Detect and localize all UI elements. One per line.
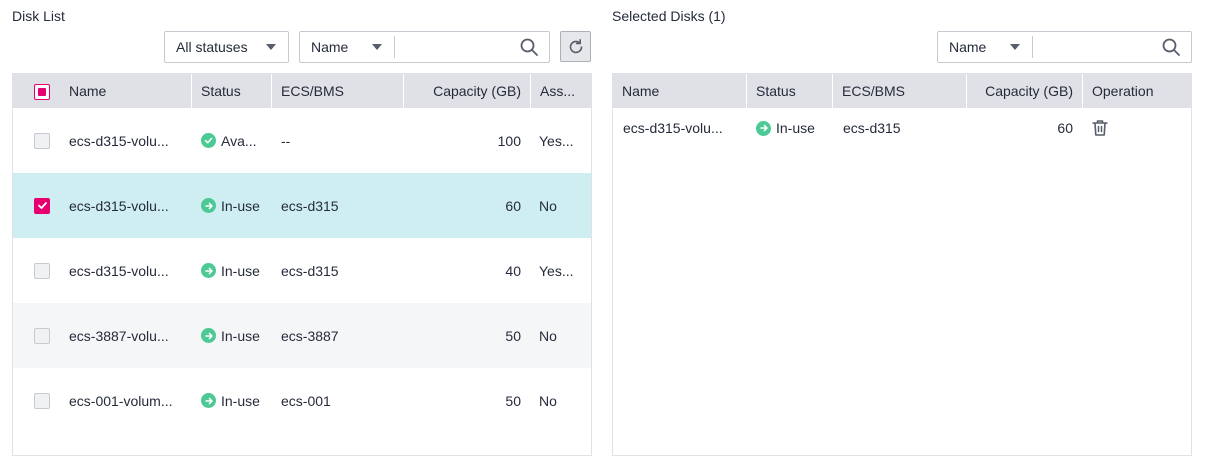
selected-search-field-value: Name bbox=[949, 39, 987, 55]
table-row[interactable]: ecs-001-volum... In-use ecs-001 50 No bbox=[13, 368, 591, 433]
disk-search-field-select[interactable]: Name bbox=[300, 32, 394, 62]
disk-search-input[interactable] bbox=[395, 32, 519, 62]
refresh-icon bbox=[569, 38, 582, 53]
table-row[interactable]: ecs-d315-volu... In-use ecs-d315 60 No bbox=[13, 173, 591, 238]
disk-ecs: -- bbox=[281, 132, 291, 149]
disk-status: In-use bbox=[221, 327, 260, 344]
disk-name: ecs-d315-volu... bbox=[69, 132, 169, 149]
disk-capacity: 60 bbox=[1057, 120, 1073, 136]
table-row: ecs-d315-volu... In-use ecs-d315 60 bbox=[613, 108, 1191, 148]
selected-disks-table: Name Status ECS/BMS Capacity (GB) Operat… bbox=[612, 73, 1192, 456]
selected-disks-header: Name Status ECS/BMS Capacity (GB) Operat… bbox=[613, 74, 1191, 108]
table-row[interactable]: ecs-3887-volu... In-use ecs-3887 50 No bbox=[13, 303, 591, 368]
arrow-right-circle-icon bbox=[756, 120, 771, 136]
disk-capacity: 100 bbox=[497, 132, 521, 149]
disk-status: In-use bbox=[221, 392, 260, 409]
col-status[interactable]: Status bbox=[191, 74, 271, 108]
disk-status: In-use bbox=[221, 262, 260, 279]
disk-capacity: 50 bbox=[505, 327, 521, 344]
disk-capacity: 50 bbox=[505, 392, 521, 409]
arrow-right-circle-icon bbox=[201, 198, 216, 213]
select-all-cell bbox=[13, 74, 58, 108]
disk-capacity: 60 bbox=[505, 197, 521, 214]
chevron-down-icon bbox=[266, 44, 276, 50]
disk-ecs: ecs-001 bbox=[281, 392, 331, 409]
disk-associated: Yes... bbox=[539, 132, 574, 149]
col-associated[interactable]: Ass... bbox=[530, 74, 591, 108]
col-ecs[interactable]: ECS/BMS bbox=[832, 74, 966, 108]
status-filter-value: All statuses bbox=[176, 39, 248, 55]
status-filter-select[interactable]: All statuses bbox=[164, 31, 289, 63]
disk-name: ecs-001-volum... bbox=[69, 392, 173, 409]
check-circle-icon bbox=[201, 133, 216, 148]
disk-list-title: Disk List bbox=[12, 8, 65, 24]
disk-name: ecs-d315-volu... bbox=[69, 197, 169, 214]
row-checkbox[interactable] bbox=[34, 132, 50, 149]
selected-search-field-select[interactable]: Name bbox=[938, 32, 1032, 62]
row-checkbox[interactable] bbox=[34, 327, 50, 344]
col-status[interactable]: Status bbox=[746, 74, 832, 108]
col-capacity[interactable]: Capacity (GB) bbox=[403, 74, 530, 108]
disk-ecs: ecs-3887 bbox=[281, 327, 339, 344]
chevron-down-icon bbox=[1010, 44, 1020, 50]
disk-status: In-use bbox=[776, 120, 815, 136]
selected-search-input[interactable] bbox=[1033, 32, 1161, 62]
selected-disks-title: Selected Disks (1) bbox=[612, 8, 726, 24]
col-capacity[interactable]: Capacity (GB) bbox=[966, 74, 1082, 108]
disk-list-header: Name Status ECS/BMS Capacity (GB) Ass... bbox=[13, 74, 591, 108]
disk-list-table: Name Status ECS/BMS Capacity (GB) Ass...… bbox=[12, 73, 592, 456]
selected-search-box: Name bbox=[937, 31, 1192, 63]
table-row[interactable]: ecs-d315-volu... Ava... -- 100 Yes... bbox=[13, 108, 591, 173]
col-operation: Operation bbox=[1082, 74, 1191, 108]
disk-capacity: 40 bbox=[505, 262, 521, 279]
chevron-down-icon bbox=[372, 44, 382, 50]
disk-status: Ava... bbox=[221, 132, 257, 149]
checkmark-icon bbox=[37, 202, 47, 209]
refresh-button[interactable] bbox=[560, 31, 591, 62]
disk-name: ecs-3887-volu... bbox=[69, 327, 169, 344]
arrow-right-circle-icon bbox=[201, 263, 216, 278]
disk-associated: Yes... bbox=[539, 262, 574, 279]
table-row[interactable]: ecs-d315-volu... In-use ecs-d315 40 Yes.… bbox=[13, 238, 591, 303]
col-name[interactable]: Name bbox=[60, 74, 191, 108]
disk-name: ecs-d315-volu... bbox=[623, 120, 723, 136]
disk-associated: No bbox=[539, 327, 557, 344]
row-checkbox[interactable] bbox=[34, 262, 50, 279]
disk-search-field-value: Name bbox=[311, 39, 349, 55]
disk-status: In-use bbox=[221, 197, 260, 214]
arrow-right-circle-icon bbox=[201, 393, 216, 408]
disk-associated: No bbox=[539, 197, 557, 214]
search-icon[interactable] bbox=[519, 37, 539, 57]
search-icon[interactable] bbox=[1161, 37, 1181, 57]
col-name[interactable]: Name bbox=[613, 74, 746, 108]
disk-ecs: ecs-d315 bbox=[281, 197, 339, 214]
disk-associated: No bbox=[539, 392, 557, 409]
disk-ecs: ecs-d315 bbox=[281, 262, 339, 279]
disk-name: ecs-d315-volu... bbox=[69, 262, 169, 279]
disk-search-box: Name bbox=[299, 31, 550, 63]
arrow-right-circle-icon bbox=[201, 328, 216, 343]
select-all-checkbox[interactable] bbox=[34, 84, 50, 100]
row-checkbox[interactable] bbox=[34, 197, 50, 214]
row-checkbox[interactable] bbox=[34, 392, 50, 409]
trash-icon[interactable] bbox=[1091, 119, 1109, 137]
disk-ecs: ecs-d315 bbox=[843, 120, 901, 136]
col-ecs[interactable]: ECS/BMS bbox=[271, 74, 403, 108]
